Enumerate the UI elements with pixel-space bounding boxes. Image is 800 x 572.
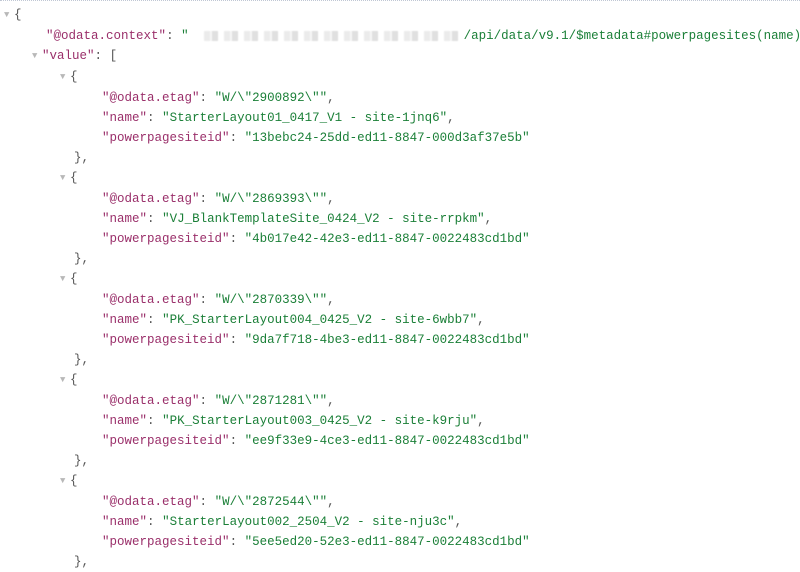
key-text: powerpagesiteid: [110, 232, 223, 246]
key-text: name: [110, 212, 140, 226]
collapse-toggle-icon[interactable]: ▼: [4, 5, 14, 25]
property-name: "name": "StarterLayout01_0417_V1 - site-…: [0, 108, 800, 128]
collapse-toggle-icon[interactable]: ▼: [32, 46, 42, 66]
key-text: @odata.etag: [110, 394, 193, 408]
property-etag: "@odata.etag": "W/\"2870339\"",: [0, 290, 800, 310]
property-name: "name": "PK_StarterLayout003_0425_V2 - s…: [0, 411, 800, 431]
array-item-close: },: [0, 350, 800, 370]
key-text: @odata.etag: [110, 495, 193, 509]
property-powerpagesiteid: "powerpagesiteid": "9da7f718-4be3-ed11-8…: [0, 330, 800, 350]
value-text: 5ee5ed20-52e3-ed11-8847-0022483cd1bd: [252, 535, 522, 549]
value-text: W/\"2869393\": [222, 192, 320, 206]
context-value: /api/data/v9.1/$metadata#powerpagesites(…: [464, 29, 800, 43]
property-etag: "@odata.etag": "W/\"2900892\"",: [0, 88, 800, 108]
property-name: "name": "PK_StarterLayout004_0425_V2 - s…: [0, 310, 800, 330]
key-text: value: [50, 49, 88, 63]
property-odata-context: "@odata.context": " /api/data/v9.1/$meta…: [0, 26, 800, 46]
property-etag: "@odata.etag": "W/\"2872544\"",: [0, 492, 800, 512]
key-text: @odata.context: [54, 29, 159, 43]
key-text: @odata.etag: [110, 293, 193, 307]
property-name: "name": "VJ_BlankTemplateSite_0424_V2 - …: [0, 209, 800, 229]
property-etag: "@odata.etag": "W/\"2871281\"",: [0, 391, 800, 411]
collapse-toggle-icon[interactable]: ▼: [60, 370, 70, 390]
value-text: StarterLayout002_2504_V2 - site-nju3c: [170, 515, 448, 529]
array-item-open[interactable]: ▼{: [0, 269, 800, 290]
value-text: StarterLayout01_0417_V1 - site-1jnq6: [170, 111, 440, 125]
property-etag: "@odata.etag": "W/\"2869393\"",: [0, 189, 800, 209]
value-text: PK_StarterLayout003_0425_V2 - site-k9rju: [170, 414, 470, 428]
property-powerpagesiteid: "powerpagesiteid": "13bebc24-25dd-ed11-8…: [0, 128, 800, 148]
key-text: @odata.etag: [110, 192, 193, 206]
value-text: W/\"2870339\": [222, 293, 320, 307]
value-text: W/\"2872544\": [222, 495, 320, 509]
key-text: name: [110, 313, 140, 327]
value-text: PK_StarterLayout004_0425_V2 - site-6wbb7: [170, 313, 470, 327]
collapse-toggle-icon[interactable]: ▼: [60, 471, 70, 491]
value-text: 13bebc24-25dd-ed11-8847-000d3af37e5b: [252, 131, 522, 145]
key-text: @odata.etag: [110, 91, 193, 105]
value-text: W/\"2871281\": [222, 394, 320, 408]
redacted-host: [204, 31, 464, 41]
array-item-open[interactable]: ▼{: [0, 168, 800, 189]
array-item-close: },: [0, 552, 800, 572]
property-powerpagesiteid: "powerpagesiteid": "4b017e42-42e3-ed11-8…: [0, 229, 800, 249]
collapse-toggle-icon[interactable]: ▼: [60, 168, 70, 188]
array-item-open[interactable]: ▼{: [0, 67, 800, 88]
key-text: name: [110, 414, 140, 428]
property-name: "name": "StarterLayout002_2504_V2 - site…: [0, 512, 800, 532]
array-item-open[interactable]: ▼{: [0, 370, 800, 391]
property-value-open[interactable]: ▼"value": [: [0, 46, 800, 67]
value-text: 4b017e42-42e3-ed11-8847-0022483cd1bd: [252, 232, 522, 246]
key-text: powerpagesiteid: [110, 434, 223, 448]
key-text: powerpagesiteid: [110, 535, 223, 549]
key-text: name: [110, 515, 140, 529]
key-text: powerpagesiteid: [110, 333, 223, 347]
property-powerpagesiteid: "powerpagesiteid": "ee9f33e9-4ce3-ed11-8…: [0, 431, 800, 451]
value-text: ee9f33e9-4ce3-ed11-8847-0022483cd1bd: [252, 434, 522, 448]
value-text: 9da7f718-4be3-ed11-8847-0022483cd1bd: [252, 333, 522, 347]
json-viewer: ▼{ "@odata.context": " /api/data/v9.1/$m…: [0, 0, 800, 572]
collapse-toggle-icon[interactable]: ▼: [60, 269, 70, 289]
array-item-open[interactable]: ▼{: [0, 471, 800, 492]
array-item-close: },: [0, 148, 800, 168]
array-item-close: },: [0, 451, 800, 471]
value-text: W/\"2900892\": [222, 91, 320, 105]
property-powerpagesiteid: "powerpagesiteid": "5ee5ed20-52e3-ed11-8…: [0, 532, 800, 552]
collapse-toggle-icon[interactable]: ▼: [60, 67, 70, 87]
json-open-brace[interactable]: ▼{: [0, 5, 800, 26]
value-text: VJ_BlankTemplateSite_0424_V2 - site-rrpk…: [170, 212, 478, 226]
key-text: name: [110, 111, 140, 125]
key-text: powerpagesiteid: [110, 131, 223, 145]
array-item-close: },: [0, 249, 800, 269]
